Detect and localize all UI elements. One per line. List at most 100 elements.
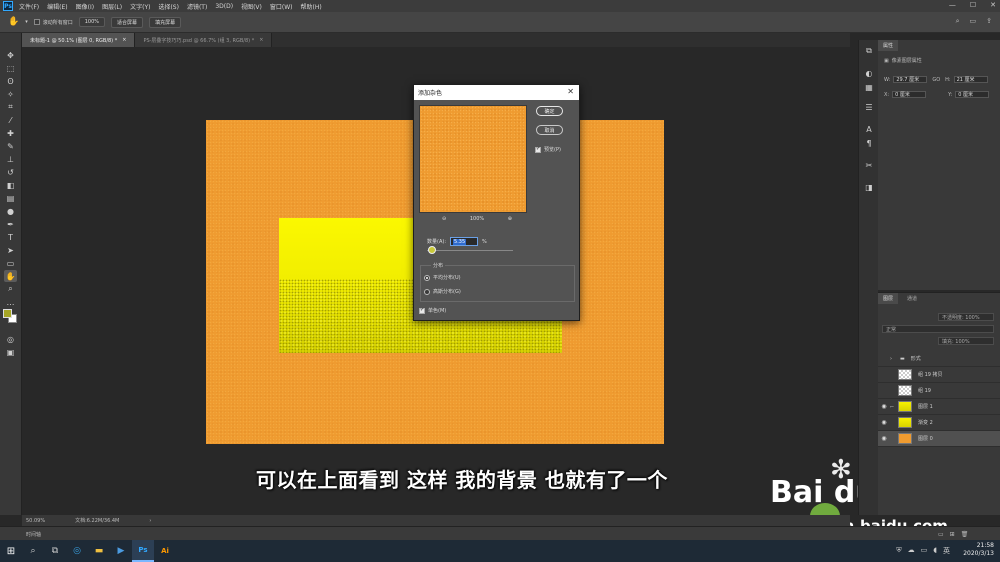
clock[interactable]: 21:58 2020/3/13 xyxy=(963,542,994,558)
width-field[interactable]: 29.7 厘米 xyxy=(893,76,928,83)
ok-button[interactable]: 确定 xyxy=(536,106,563,116)
fill-field[interactable]: 填充: 100% xyxy=(938,337,994,345)
shape-tool-icon[interactable]: ▭ xyxy=(4,257,17,269)
amount-input[interactable]: 5.35 xyxy=(450,237,479,246)
input-language-indicator[interactable]: 英 xyxy=(943,546,950,556)
status-menu-arrow[interactable]: › xyxy=(149,518,151,524)
eye-icon[interactable]: ◉ xyxy=(878,435,890,442)
close-icon[interactable]: × xyxy=(259,37,263,43)
photoshop-taskbar-icon[interactable]: Ps xyxy=(132,540,154,562)
more-tools-icon[interactable]: … xyxy=(4,296,17,308)
close-icon[interactable]: ✕ xyxy=(990,1,996,9)
dialog-title-bar[interactable]: 添加杂色 ✕ xyxy=(414,85,579,100)
menu-edit[interactable]: 编辑(E) xyxy=(47,2,67,11)
history-panel-icon[interactable]: ⧉ xyxy=(864,46,874,56)
y-field[interactable]: 0 厘米 xyxy=(955,91,990,98)
swatches-panel-icon[interactable]: ◨ xyxy=(864,182,874,192)
paragraph-panel-icon[interactable]: ¶ xyxy=(864,138,874,148)
cancel-button[interactable]: 取消 xyxy=(536,125,563,135)
gaussian-radio[interactable] xyxy=(424,288,430,295)
monochrome-checkbox[interactable] xyxy=(419,307,425,314)
eye-icon[interactable]: ◉ xyxy=(878,419,890,426)
uniform-option[interactable]: 平均分布(U) xyxy=(424,274,461,281)
timeline-label[interactable]: 时间轴 xyxy=(26,532,41,538)
tab-untitled-1[interactable]: 未标题-1 @ 50.1% (图层 0, RGB/8) * × xyxy=(22,33,136,47)
menu-layer[interactable]: 图层(L) xyxy=(102,2,122,11)
new-layer-icon[interactable]: ⊞ xyxy=(950,531,955,538)
lasso-tool-icon[interactable]: ʘ xyxy=(4,75,17,87)
layer-row[interactable]: › ▬ 形式 xyxy=(878,351,1000,367)
scroll-all-windows-option[interactable]: 滚动所有窗口 xyxy=(33,19,73,26)
monochrome-option[interactable]: 单色(M) xyxy=(419,307,446,314)
close-icon[interactable]: ✕ xyxy=(567,87,574,96)
adjustments-panel-icon[interactable]: ◐ xyxy=(864,68,874,78)
illustrator-taskbar-icon[interactable]: Ai xyxy=(154,540,176,562)
eyedropper-tool-icon[interactable]: ⁄ xyxy=(4,114,17,126)
marquee-tool-icon[interactable]: ⬚ xyxy=(4,62,17,74)
menu-type[interactable]: 文字(Y) xyxy=(130,2,150,11)
zoom-tool-icon[interactable]: ⌕ xyxy=(4,283,17,295)
close-icon[interactable]: × xyxy=(122,37,126,43)
layer-row[interactable]: 组 19 xyxy=(878,383,1000,399)
quick-mask-icon[interactable]: ◎ xyxy=(4,333,17,345)
chevron-right-icon[interactable]: › xyxy=(890,356,900,362)
amount-slider-handle[interactable] xyxy=(427,246,436,254)
search-icon[interactable]: ⌕ xyxy=(956,17,960,26)
type-tool-icon[interactable]: T xyxy=(4,231,17,243)
layer-row[interactable]: ◉ ⌐ 图层 1 xyxy=(878,399,1000,415)
fill-screen-button[interactable]: 填充屏幕 xyxy=(149,16,182,28)
menu-window[interactable]: 窗口(W) xyxy=(270,2,293,11)
share-icon[interactable]: ⇪ xyxy=(986,17,992,26)
cloud-icon[interactable]: ☁ xyxy=(908,546,915,556)
minimize-icon[interactable]: — xyxy=(949,1,956,9)
tool-presets-icon[interactable]: ✂ xyxy=(864,160,874,170)
tab-properties[interactable]: 属性 xyxy=(878,40,899,51)
status-zoom[interactable]: 50.09% xyxy=(26,518,45,524)
layer-row[interactable]: ◉ 渐变 2 xyxy=(878,415,1000,431)
volume-icon[interactable]: ◖ xyxy=(933,546,937,556)
stamp-tool-icon[interactable]: ⊥ xyxy=(4,153,17,165)
fit-screen-button[interactable]: 适合屏幕 xyxy=(111,16,144,28)
menu-filter[interactable]: 滤镜(T) xyxy=(187,2,207,11)
gradient-tool-icon[interactable]: ▤ xyxy=(4,192,17,204)
task-view-icon[interactable]: ⧉ xyxy=(44,540,66,562)
screen-mode-icon[interactable]: ▣ xyxy=(4,346,17,358)
tab-layered-text-psd[interactable]: PS-层叠字技巧巧.psd @ 66.7% (组 3, RGB/8) * × xyxy=(135,33,273,47)
layer-row[interactable]: ◉ 图层 0 xyxy=(878,431,1000,447)
menu-image[interactable]: 图像(I) xyxy=(76,2,94,11)
foreground-color-swatch[interactable] xyxy=(3,309,12,318)
x-field[interactable]: 0 厘米 xyxy=(892,91,927,98)
pen-tool-icon[interactable]: ✒ xyxy=(4,218,17,230)
character-panel-icon[interactable]: A xyxy=(864,124,874,134)
blend-mode-select[interactable]: 正常 xyxy=(882,325,994,333)
network-icon[interactable]: ▭ xyxy=(921,546,928,556)
crop-tool-icon[interactable]: ⌗ xyxy=(4,101,17,113)
eraser-tool-icon[interactable]: ◧ xyxy=(4,179,17,191)
menu-3d[interactable]: 3D(D) xyxy=(215,3,233,10)
new-group-icon[interactable]: ▭ xyxy=(938,531,944,538)
chevron-down-icon[interactable]: ▾ xyxy=(25,19,28,25)
menu-view[interactable]: 视图(V) xyxy=(241,2,262,11)
height-field[interactable]: 21 厘米 xyxy=(953,76,988,83)
zoom-in-icon[interactable]: ⊕ xyxy=(508,216,512,222)
zoom-100-button[interactable]: 100% xyxy=(78,17,106,27)
path-selection-tool-icon[interactable]: ➤ xyxy=(4,244,17,256)
menu-select[interactable]: 选择(S) xyxy=(158,2,179,11)
move-tool-icon[interactable]: ✥ xyxy=(4,49,17,61)
tab-layers[interactable]: 图层 xyxy=(878,293,899,304)
opacity-field[interactable]: 不透明度: 100% xyxy=(938,313,994,321)
hand-tool-icon[interactable]: ✋ xyxy=(4,270,17,282)
properties-panel-icon[interactable]: ☰ xyxy=(864,102,874,112)
media-app-icon[interactable]: ▶ xyxy=(110,540,132,562)
uniform-radio[interactable] xyxy=(424,274,430,281)
file-explorer-icon[interactable]: ▬ xyxy=(88,540,110,562)
workspace-icon[interactable]: ▭ xyxy=(970,17,977,26)
hand-icon[interactable]: ✋ xyxy=(8,17,19,27)
healing-brush-tool-icon[interactable]: ✚ xyxy=(4,127,17,139)
amount-slider[interactable] xyxy=(427,250,513,251)
edge-browser-icon[interactable]: ◎ xyxy=(66,540,88,562)
maximize-icon[interactable]: ☐ xyxy=(970,1,976,9)
preview-option[interactable]: 预览(P) xyxy=(535,146,561,153)
link-proportions-icon[interactable]: GO xyxy=(932,77,940,83)
tab-channels[interactable]: 通道 xyxy=(902,293,923,304)
